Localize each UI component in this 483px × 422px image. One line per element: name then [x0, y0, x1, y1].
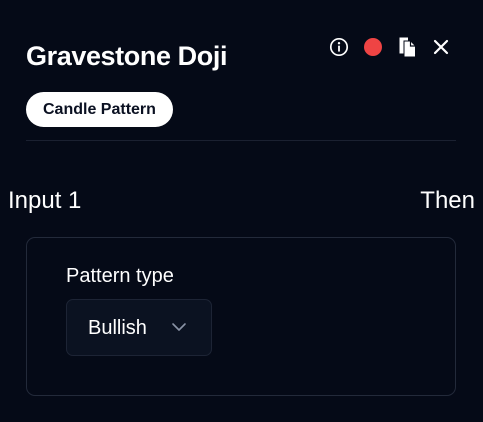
category-badge: Candle Pattern	[26, 92, 173, 127]
chevron-down-icon	[172, 323, 186, 331]
output-port-label: Then	[420, 187, 475, 214]
info-icon	[329, 37, 349, 57]
status-dot	[364, 38, 382, 56]
pattern-type-value: Bullish	[88, 317, 147, 339]
pattern-settings-card: Pattern type Bullish	[26, 237, 456, 396]
header-divider	[26, 140, 456, 141]
info-button[interactable]	[328, 36, 350, 58]
close-button[interactable]	[430, 36, 452, 58]
close-icon	[433, 39, 449, 55]
copy-button[interactable]	[396, 36, 418, 58]
status-toggle[interactable]	[362, 36, 384, 58]
node-title: Gravestone Doji	[26, 41, 228, 71]
input-port-label: Input 1	[8, 187, 82, 214]
copy-icon	[399, 37, 415, 57]
pattern-type-label: Pattern type	[66, 265, 174, 287]
pattern-type-select[interactable]: Bullish	[66, 299, 212, 356]
header-actions	[328, 36, 452, 58]
